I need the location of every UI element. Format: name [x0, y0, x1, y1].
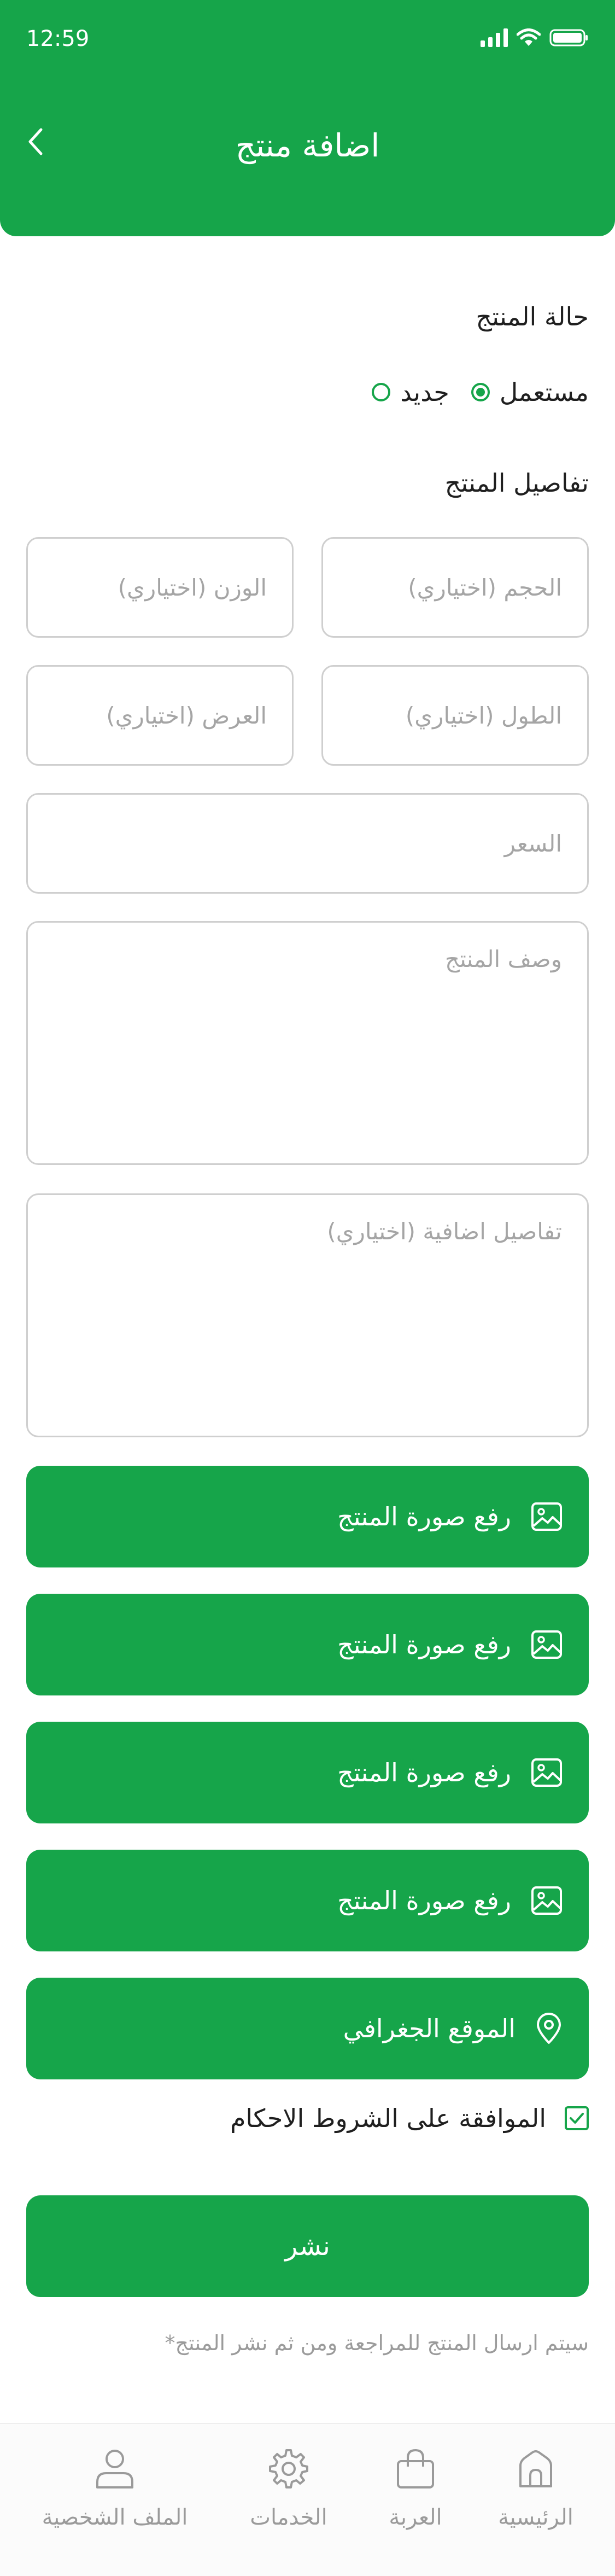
- app-header: 12:59 اضافة منتج: [0, 0, 615, 236]
- upload-image-button-3[interactable]: رفع صورة المنتج: [26, 1722, 589, 1823]
- gear-icon: [269, 2449, 308, 2488]
- shopping-bag-icon: [397, 2449, 434, 2488]
- location-button[interactable]: الموقع الجغرافي: [26, 1978, 589, 2079]
- check-icon: [570, 2113, 584, 2124]
- tab-profile[interactable]: الملف الشخصية: [33, 2446, 197, 2530]
- tab-services[interactable]: الخدمات: [234, 2446, 343, 2530]
- tab-services-label: الخدمات: [250, 2505, 327, 2530]
- publish-button[interactable]: نشر: [26, 2195, 589, 2297]
- length-field[interactable]: الطول (اختياري): [321, 665, 589, 766]
- upload-image-button-1[interactable]: رفع صورة المنتج: [26, 1466, 589, 1567]
- description-field[interactable]: وصف المنتج: [26, 921, 589, 1165]
- details-title: تفاصيل المنتج: [444, 468, 589, 498]
- review-note: سيتم ارسال المنتج للمراجعة ومن ثم نشر ال…: [165, 2331, 589, 2355]
- image-icon: [531, 1758, 562, 1787]
- terms-checkbox[interactable]: [565, 2106, 589, 2130]
- terms-label: الموافقة على الشروط الاحكام: [230, 2103, 546, 2133]
- signal-icon: [481, 27, 508, 47]
- upload-image-label: رفع صورة المنتج: [337, 1758, 511, 1787]
- page-title: اضافة منتج: [235, 127, 380, 164]
- upload-image-button-2[interactable]: رفع صورة المنتج: [26, 1594, 589, 1695]
- condition-title: حالة المنتج: [476, 302, 589, 331]
- tab-cart[interactable]: العربة: [372, 2446, 459, 2530]
- location-pin-icon: [537, 2013, 561, 2044]
- upload-image-label: رفع صورة المنتج: [337, 1886, 511, 1915]
- status-time: 12:59: [26, 26, 90, 51]
- tab-profile-label: الملف الشخصية: [42, 2505, 188, 2530]
- condition-new-label: جديد: [400, 377, 449, 407]
- status-icons: [481, 27, 589, 47]
- condition-option-used[interactable]: مستعمل: [471, 377, 589, 407]
- extra-details-field[interactable]: تفاصيل اضافية (اختياري): [26, 1193, 589, 1437]
- radio-new[interactable]: [372, 383, 391, 401]
- bottom-tab-bar: الرئيسية العربة الخدمات الملف الشخصية: [0, 2423, 615, 2576]
- terms-row[interactable]: الموافقة على الشروط الاحكام: [230, 2103, 589, 2133]
- weight-field[interactable]: الوزن (اختياري): [26, 537, 294, 638]
- tab-cart-label: العربة: [389, 2505, 442, 2530]
- battery-icon: [549, 29, 588, 46]
- upload-image-label: رفع صورة المنتج: [337, 1630, 511, 1659]
- condition-option-new[interactable]: جديد: [372, 377, 449, 407]
- radio-used[interactable]: [471, 383, 490, 401]
- location-label: الموقع الجغرافي: [343, 2014, 516, 2043]
- image-icon: [531, 1630, 562, 1659]
- size-field[interactable]: الحجم (اختياري): [321, 537, 589, 638]
- user-icon: [96, 2450, 133, 2488]
- image-icon: [531, 1886, 562, 1915]
- wifi-icon: [517, 28, 541, 46]
- image-icon: [531, 1502, 562, 1531]
- tab-home[interactable]: الرئيسية: [492, 2446, 579, 2530]
- width-field[interactable]: العرض (اختياري): [26, 665, 294, 766]
- condition-radio-group: جديد مستعمل: [372, 377, 589, 407]
- condition-used-label: مستعمل: [499, 377, 589, 407]
- price-field[interactable]: السعر: [26, 793, 589, 894]
- tab-home-label: الرئيسية: [498, 2505, 573, 2530]
- home-icon: [519, 2450, 552, 2487]
- upload-image-label: رفع صورة المنتج: [337, 1502, 511, 1531]
- upload-image-button-4[interactable]: رفع صورة المنتج: [26, 1850, 589, 1951]
